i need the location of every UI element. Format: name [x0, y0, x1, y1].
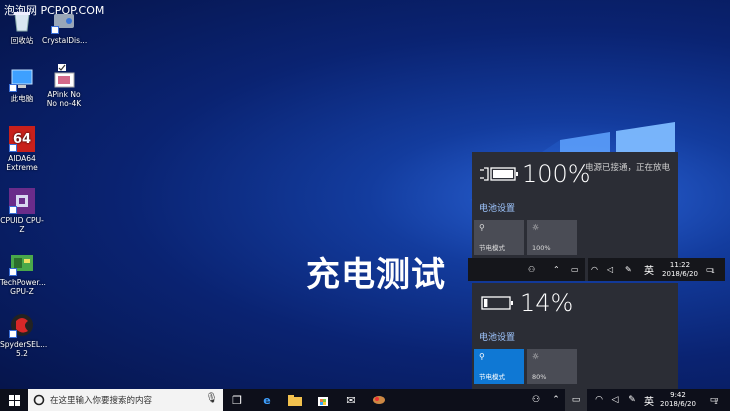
brightness-icon: ☼ — [532, 223, 540, 232]
battery-saver-tray-icon[interactable]: ▭ — [565, 389, 587, 411]
shortcut-arrow-icon — [9, 84, 17, 92]
pen-icon[interactable]: ✎ — [625, 258, 632, 281]
notification-badge: 1 — [711, 268, 715, 275]
battery-percentage: 100% — [522, 160, 591, 188]
brightness-tile[interactable]: ☼ 80% — [527, 349, 577, 384]
battery-charging-icon — [480, 167, 518, 181]
system-tray-top: ⚇ ⌃ ▭ ◠ ◁ ✎ 英 11:22 2018/6/20 ▭ 1 — [468, 258, 725, 281]
desktop-icon-this-pc[interactable]: 此电脑 — [0, 66, 44, 103]
battery-saver-tile[interactable]: ⚲ 节电模式 — [474, 349, 524, 384]
computer-icon — [9, 66, 35, 92]
task-view-icon[interactable]: ❐ — [226, 389, 248, 411]
desktop-icon-aida64[interactable]: 64 AIDA64 Extreme — [0, 126, 44, 172]
gpuz-icon — [9, 250, 35, 276]
desktop-icon-gpuz[interactable]: TechPower... GPU-Z — [0, 250, 46, 296]
overlay-title: 充电测试 — [306, 255, 446, 295]
shortcut-arrow-icon — [9, 144, 17, 152]
shortcut-arrow-icon — [9, 330, 17, 338]
battery-tray-icon[interactable]: ▭ — [571, 258, 579, 281]
battery-low-icon — [481, 296, 513, 310]
taskbar-clock[interactable]: 9:42 2018/6/20 — [656, 391, 700, 409]
edge-browser-icon[interactable]: e — [256, 389, 278, 411]
battery-flyout-top: 100% 电源已接通，正在放电 电池设置 ⚲ 节电模式 ☼ 100% — [472, 152, 678, 258]
battery-settings-link[interactable]: 电池设置 — [479, 330, 515, 343]
wifi-icon[interactable]: ◠ — [591, 258, 598, 281]
search-placeholder: 在这里输入你要搜索的内容 — [50, 396, 153, 406]
file-explorer-icon[interactable] — [284, 389, 306, 411]
cpuz-icon — [9, 188, 35, 214]
tray-separator — [585, 258, 588, 281]
lightbulb-icon: ⚲ — [479, 223, 485, 232]
aida64-icon: 64 — [9, 126, 35, 152]
chevron-up-icon[interactable]: ⌃ — [545, 389, 567, 411]
windows-start-icon[interactable] — [3, 389, 25, 411]
recycle-bin-icon — [9, 8, 35, 34]
crystaldisk-icon — [51, 8, 77, 34]
chevron-up-icon[interactable]: ⌃ — [553, 258, 560, 281]
desktop-icon-apink-video[interactable]: APink No No no-4K — [42, 62, 86, 108]
lightbulb-icon: ⚲ — [479, 352, 485, 361]
battery-status-text: 电源已接通，正在放电 — [585, 163, 671, 173]
app-icon[interactable] — [368, 389, 390, 411]
video-file-icon — [51, 62, 77, 88]
microphone-icon[interactable]: 🎙 — [205, 393, 218, 404]
cortana-circle-icon — [33, 394, 45, 406]
shortcut-arrow-icon — [9, 206, 17, 214]
battery-percentage: 14% — [520, 289, 574, 317]
brightness-tile[interactable]: ☼ 100% — [527, 220, 577, 255]
spyder-icon — [9, 312, 35, 338]
people-icon[interactable]: ⚇ — [528, 258, 535, 281]
taskbar-search[interactable]: 在这里输入你要搜索的内容 🎙 — [28, 389, 223, 411]
notification-badge: 1 — [714, 399, 718, 406]
desktop-icon-spyder[interactable]: SpyderSEL... 5.2 — [0, 312, 47, 358]
ime-indicator[interactable]: 英 — [644, 258, 654, 281]
taskbar: 在这里输入你要搜索的内容 🎙 ❐ e ✉ ⚇ ⌃ ▭ ◠ ◁ ✎ 英 9:42 … — [0, 389, 730, 411]
shortcut-arrow-icon — [9, 268, 17, 276]
battery-settings-link[interactable]: 电池设置 — [479, 201, 515, 214]
brightness-icon: ☼ — [532, 352, 540, 361]
volume-icon[interactable]: ◁ — [607, 258, 613, 281]
desktop-icon-recycle-bin[interactable]: 回收站 — [0, 8, 44, 45]
battery-saver-tile[interactable]: ⚲ 节电模式 — [474, 220, 524, 255]
people-icon[interactable]: ⚇ — [525, 389, 547, 411]
shortcut-arrow-icon — [51, 26, 59, 34]
mail-icon[interactable]: ✉ — [340, 389, 362, 411]
tray-clock[interactable]: 11:22 2018/6/20 — [658, 261, 702, 279]
desktop-icon-cpuz[interactable]: CPUID CPU-Z — [0, 188, 44, 234]
store-icon[interactable] — [312, 389, 334, 411]
desktop-icon-crystaldisk[interactable]: CrystalDis... — [42, 8, 87, 45]
battery-flyout-bottom: 14% 电池设置 ⚲ 节电模式 ☼ 80% — [472, 283, 678, 389]
